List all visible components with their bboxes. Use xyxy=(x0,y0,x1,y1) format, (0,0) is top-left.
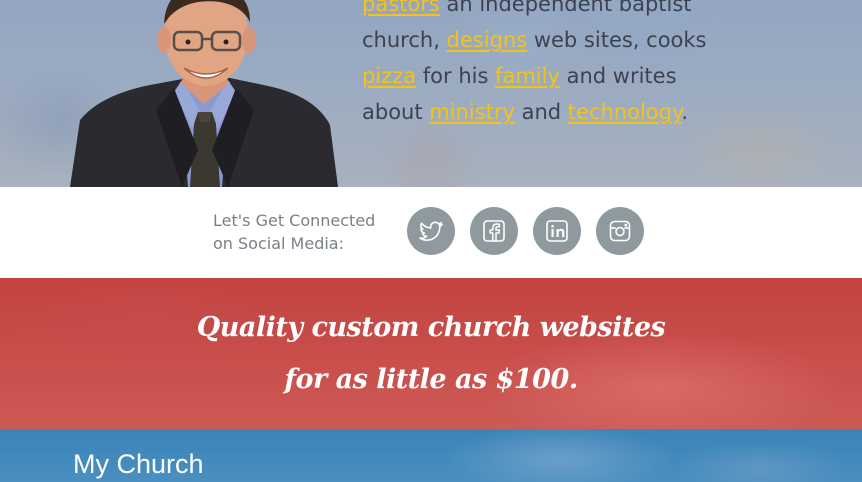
designs-link[interactable]: designs xyxy=(447,28,528,52)
twitter-icon xyxy=(419,221,443,242)
social-bar: Let's Get Connected on Social Media: xyxy=(0,187,862,278)
bio-text: and xyxy=(514,100,568,124)
promo-headline: Quality custom church websites xyxy=(196,312,666,343)
social-label: Let's Get Connected on Social Media: xyxy=(213,209,403,255)
bio-text: web sites, cooks xyxy=(527,28,707,52)
promo-subheadline: for as little as $100. xyxy=(284,364,578,395)
facebook-button[interactable] xyxy=(470,207,518,255)
twitter-button[interactable] xyxy=(407,207,455,255)
technology-link[interactable]: technology xyxy=(568,100,682,124)
pastors-link[interactable]: pastors xyxy=(362,0,440,16)
author-bio: pastors an independent baptist church, d… xyxy=(362,0,722,130)
section-title: My Church xyxy=(73,449,204,479)
instagram-button[interactable] xyxy=(596,207,644,255)
bio-text: for his xyxy=(416,64,496,88)
promo-banner[interactable]: Quality custom church websites for as li… xyxy=(0,278,862,429)
family-link[interactable]: family xyxy=(495,64,560,88)
ministry-link[interactable]: ministry xyxy=(429,100,515,124)
my-church-section: My Church xyxy=(0,429,862,482)
pizza-link[interactable]: pizza xyxy=(362,64,416,88)
linkedin-button[interactable] xyxy=(533,207,581,255)
social-icons xyxy=(407,207,644,255)
social-label-line: Let's Get Connected xyxy=(213,211,376,230)
author-portrait xyxy=(70,0,338,187)
social-label-line: on Social Media: xyxy=(213,234,344,253)
hero-section: pastors an independent baptist church, d… xyxy=(0,0,862,187)
bio-text: . xyxy=(681,100,689,124)
instagram-icon xyxy=(609,220,631,242)
facebook-icon xyxy=(483,220,505,242)
linkedin-icon xyxy=(546,220,568,242)
